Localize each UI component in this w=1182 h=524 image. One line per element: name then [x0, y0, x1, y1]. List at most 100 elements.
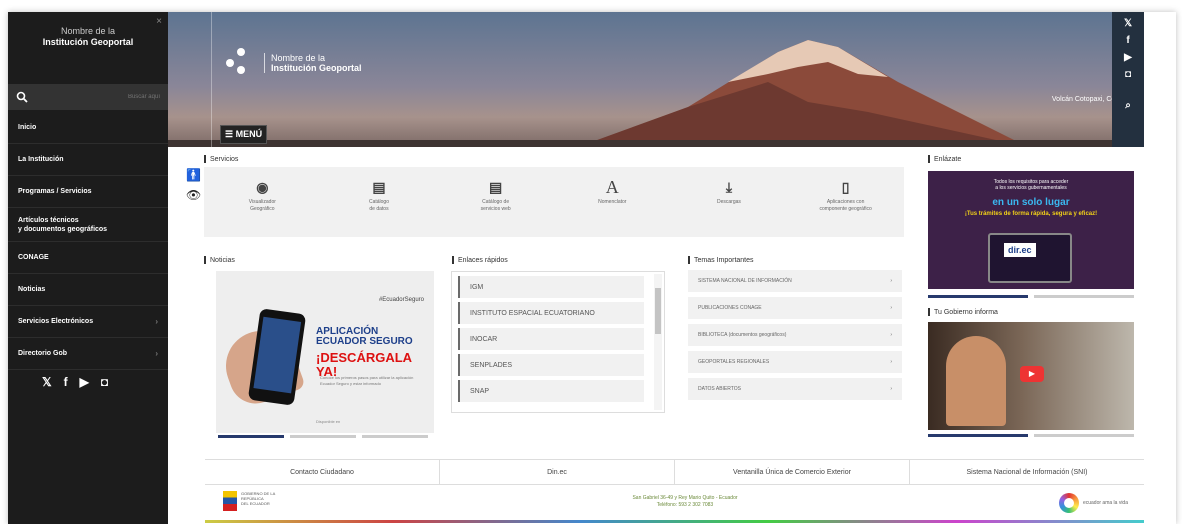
footer-links: Contacto Ciudadano Din.ec Ventanilla Úni… — [205, 459, 1144, 485]
facebook-icon[interactable]: f — [1126, 35, 1129, 46]
youtube-icon[interactable]: ▶ — [1124, 52, 1132, 63]
carousel-dot[interactable] — [1034, 295, 1134, 298]
footer-link[interactable]: Contacto Ciudadano — [205, 460, 440, 484]
font-icon: A — [605, 177, 619, 197]
quick-link-item[interactable]: INOCAR — [458, 328, 644, 350]
youtube-icon[interactable]: ▶ — [80, 375, 89, 389]
footer: GOBIERNO DE LA REPÚBLICA DEL ECUADOR San… — [205, 487, 1144, 519]
carousel-dot[interactable] — [218, 435, 284, 438]
quick-link-item[interactable]: SNAP — [458, 380, 644, 402]
enlazate-banner[interactable]: Todos los requisitos para acceder a los … — [928, 171, 1134, 289]
carousel-dot[interactable] — [1034, 434, 1134, 437]
enlazate-carousel-dots — [928, 295, 1134, 298]
carousel-dot[interactable] — [362, 435, 428, 438]
sidebar: × Nombre de la Institución Geoportal Ini… — [8, 12, 168, 524]
sidebar-social: 𝕏 f ▶ ◘ — [42, 375, 108, 389]
tema-item[interactable]: BIBLIOTECA (documentos geográficos) › — [688, 324, 902, 346]
ecuador-brand[interactable]: ecuador ama la vida — [1058, 493, 1128, 513]
carousel-dot[interactable] — [290, 435, 356, 438]
gobierno-video[interactable]: ▶ — [928, 322, 1134, 430]
footer-address: San Gabriel 36-49 y Rey Mario Quito - Ec… — [632, 495, 738, 508]
eye-icon[interactable]: 👁 — [186, 185, 201, 205]
hero-banner: Nombre de la Institución Geoportal ☰ MEN… — [168, 12, 1144, 147]
sidebar-item-directorio[interactable]: Directorio Gob › — [8, 338, 168, 370]
service-label: Catálogo de servicios web — [480, 199, 511, 212]
gobierno-title: Tu Gobierno informa — [928, 308, 998, 316]
footer-link[interactable]: Sistema Nacional de Información (SNI) — [910, 460, 1144, 484]
tema-label: PUBLICACIONES CONAGE — [698, 305, 762, 311]
quick-link-item[interactable]: INSTITUTO ESPACIAL ECUATORIANO — [458, 302, 644, 324]
gobierno-carousel-dots — [928, 434, 1134, 437]
twitter-icon[interactable]: 𝕏 — [42, 375, 52, 389]
search-input[interactable] — [28, 94, 160, 100]
footer-link[interactable]: Din.ec — [440, 460, 675, 484]
browser-frame: × Nombre de la Institución Geoportal Ini… — [8, 12, 1176, 524]
accessibility-tools: 🚹 👁 — [186, 165, 201, 205]
sidebar-item-label: CONAGE — [18, 254, 49, 261]
sidebar-item-conage[interactable]: CONAGE — [8, 242, 168, 274]
logo-dots-icon — [226, 48, 256, 78]
scrollbar[interactable] — [654, 274, 662, 410]
direc-logo: dir.ec — [1004, 243, 1036, 257]
quick-link-item[interactable]: IGM — [458, 276, 644, 298]
quick-links-title: Enlaces rápidos — [452, 256, 508, 264]
sidebar-item-articulos[interactable]: Artículos técnicos y documentos geográfi… — [8, 208, 168, 242]
device-image — [988, 233, 1072, 283]
facebook-icon[interactable]: f — [64, 375, 68, 389]
service-catalogo-web[interactable]: ▤ Catálogo de servicios web — [446, 177, 546, 213]
phone-image — [247, 308, 307, 406]
chevron-right-icon: › — [890, 386, 892, 392]
service-visualizador[interactable]: ◉ Visualizador Geográfico — [212, 177, 312, 213]
twitter-icon[interactable]: 𝕏 — [1124, 18, 1132, 29]
footer-link[interactable]: Ventanilla Única de Comercio Exterior — [675, 460, 910, 484]
enlazate-text3: ¡Tus trámites de forma rápida, segura y … — [964, 211, 1098, 217]
service-nomenclator[interactable]: A Nomenclator — [562, 177, 662, 206]
tema-item[interactable]: DATOS ABIERTOS › — [688, 378, 902, 400]
tema-label: BIBLIOTECA (documentos geográficos) — [698, 332, 787, 338]
chevron-right-icon: › — [890, 278, 892, 284]
service-descargas[interactable]: ⤓ Descargas — [679, 177, 779, 206]
youtube-play-icon[interactable]: ▶ — [1020, 366, 1044, 382]
sidebar-item-label: Programas / Servicios — [18, 188, 92, 195]
accessibility-icon[interactable]: 🚹 — [186, 165, 201, 185]
scrollbar-thumb[interactable] — [655, 288, 661, 334]
carousel-dot[interactable] — [928, 434, 1028, 437]
tema-item[interactable]: PUBLICACIONES CONAGE › — [688, 297, 902, 319]
sidebar-item-label: Inicio — [18, 124, 37, 131]
government-text: GOBIERNO DE LA REPÚBLICA DEL ECUADOR — [241, 491, 276, 506]
sidebar-item-institucion[interactable]: La Institución — [8, 144, 168, 176]
chevron-right-icon: › — [890, 305, 892, 311]
news-banner[interactable]: #EcuadorSeguro APLICACIÓN ECUADOR SEGURO… — [216, 271, 434, 433]
ecuador-brand-text: ecuador ama la vida — [1082, 500, 1128, 506]
flickr-icon[interactable]: ◘ — [1125, 69, 1131, 80]
download-icon: ⤓ — [725, 179, 733, 195]
sidebar-item-servicios-electronicos[interactable]: Servicios Electrónicos › — [8, 306, 168, 338]
person-image — [946, 336, 1006, 426]
sidebar-item-noticias[interactable]: Noticias — [8, 274, 168, 306]
search-icon[interactable]: ⌕ — [1125, 100, 1131, 111]
sidebar-item-inicio[interactable]: Inicio — [8, 112, 168, 144]
tema-item[interactable]: GEOPORTALES REGIONALES › — [688, 351, 902, 373]
news-carousel-dots — [218, 435, 428, 438]
service-aplicaciones[interactable]: ▯ Aplicaciones con componente geográfico — [796, 177, 896, 213]
sidebar-logo[interactable]: Nombre de la Institución Geoportal — [8, 26, 168, 48]
chevron-right-icon: › — [890, 332, 892, 338]
tema-item[interactable]: SISTEMA NACIONAL DE INFORMACIÓN › — [688, 270, 902, 292]
service-label: Visualizador Geográfico — [248, 199, 276, 212]
hero-logo[interactable]: Nombre de la Institución Geoportal — [226, 48, 362, 78]
government-logo[interactable]: GOBIERNO DE LA REPÚBLICA DEL ECUADOR — [223, 491, 287, 515]
service-label: Catálogo de datos — [368, 199, 389, 212]
carousel-dot[interactable] — [928, 295, 1028, 298]
menu-button[interactable]: ☰ MENÚ — [220, 125, 268, 144]
sidebar-item-label: Directorio Gob — [18, 350, 68, 357]
ecuador-shield-icon — [223, 491, 237, 511]
quick-link-item[interactable]: SENPLADES — [458, 354, 644, 376]
globe-icon: ◉ — [256, 179, 269, 195]
flickr-icon[interactable]: ◘ — [101, 375, 108, 389]
service-catalogo-datos[interactable]: ▤ Catálogo de datos — [329, 177, 429, 213]
enlazate-text2: en un solo lugar — [992, 197, 1070, 208]
sidebar-logo-line1: Nombre de la — [60, 26, 116, 36]
search-icon[interactable] — [16, 91, 28, 103]
sidebar-item-programas[interactable]: Programas / Servicios — [8, 176, 168, 208]
hero-logo-line1: Nombre de la — [271, 53, 326, 63]
